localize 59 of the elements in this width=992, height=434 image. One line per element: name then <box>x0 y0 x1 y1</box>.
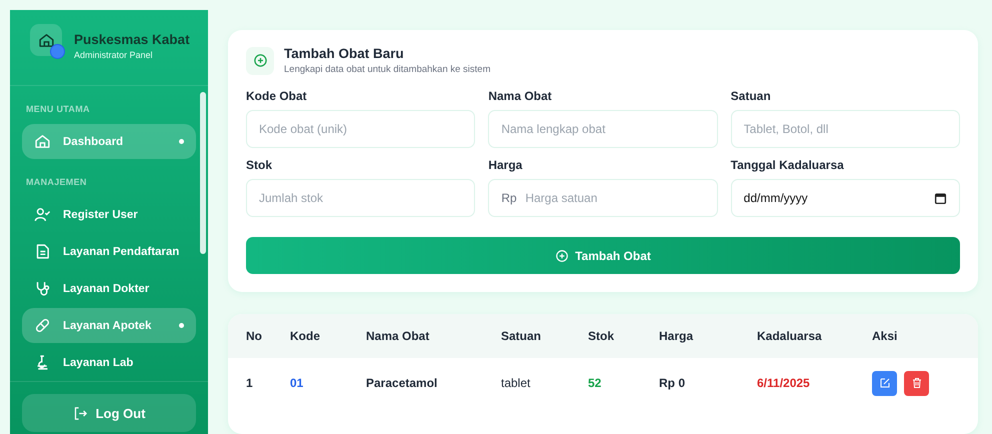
field-label: Nama Obat <box>488 89 553 103</box>
field-label: Kode Obat <box>246 89 308 103</box>
table-cell: 6/11/2025 <box>757 376 810 390</box>
scrollbar-thumb[interactable] <box>200 92 206 254</box>
column-header: Kadaluarsa <box>757 329 822 343</box>
nav-item[interactable]: Layanan Dokter <box>22 271 196 306</box>
table-cell: 52 <box>588 376 602 390</box>
date-field[interactable]: dd/mm/yyyy <box>730 179 960 217</box>
pill-icon <box>34 317 51 334</box>
currency-prefix: Rp <box>501 191 517 205</box>
avatar-icon <box>50 44 65 59</box>
column-header: No <box>246 329 262 343</box>
nav-item[interactable]: Dashboard <box>22 124 196 159</box>
nav-item[interactable]: Layanan Lab <box>22 345 196 380</box>
calendar-icon[interactable] <box>934 192 947 204</box>
edit-icon <box>878 377 890 389</box>
table-cell: 01 <box>290 376 304 390</box>
nav-item[interactable]: Layanan Apotek <box>22 308 196 343</box>
input-field[interactable]: Kode obat (unik) <box>246 110 476 148</box>
column-header: Stok <box>588 329 614 343</box>
field-label: Tanggal Kadaluarsa <box>730 158 845 172</box>
field-label: Satuan <box>730 89 772 103</box>
app-title: Puskesmas Kabat <box>74 32 190 47</box>
table-cell: 1 <box>246 376 253 390</box>
active-dot <box>179 323 184 328</box>
column-header: Aksi <box>872 329 898 343</box>
form-title: Tambah Obat Baru <box>284 46 405 61</box>
plus-circle-icon <box>252 53 268 68</box>
table-cell: tablet <box>501 376 530 390</box>
column-header: Satuan <box>501 329 542 343</box>
active-dot <box>179 139 184 144</box>
section-heading: MENU UTAMA <box>26 104 91 114</box>
home-icon <box>34 133 51 150</box>
section-heading: MANAJEMEN <box>26 177 88 187</box>
field-label: Harga <box>488 158 524 172</box>
table-cell: Paracetamol <box>366 376 438 390</box>
column-header: Kode <box>290 329 320 343</box>
trash-icon <box>910 377 922 389</box>
home-icon <box>38 32 54 48</box>
input-field[interactable]: Jumlah stok <box>246 179 476 217</box>
logout-button[interactable]: Log Out <box>22 394 196 432</box>
edit-button[interactable] <box>872 370 897 396</box>
form-subtitle: Lengkapi data obat untuk ditambahkan ke sistem <box>284 64 490 75</box>
delete-button[interactable] <box>904 370 929 396</box>
app-subtitle: Administrator Panel <box>74 50 154 60</box>
document-icon <box>34 243 51 260</box>
nav-item[interactable]: Layanan Pendaftaran <box>22 234 196 269</box>
column-header: Nama Obat <box>366 329 430 343</box>
nav-item[interactable]: Register User <box>22 197 196 232</box>
user-check-icon <box>34 206 51 223</box>
table-cell: Rp 0 <box>659 376 686 390</box>
field-label: Stok <box>246 158 274 172</box>
logout-icon <box>72 406 88 420</box>
submit-button[interactable]: Tambah Obat <box>246 237 960 274</box>
input-field[interactable]: Nama lengkap obat <box>488 110 718 148</box>
plus-circle-icon <box>555 248 570 262</box>
input-field[interactable]: Tablet, Botol, dll <box>730 110 960 148</box>
column-header: Harga <box>659 329 694 343</box>
stethoscope-icon <box>34 280 51 297</box>
